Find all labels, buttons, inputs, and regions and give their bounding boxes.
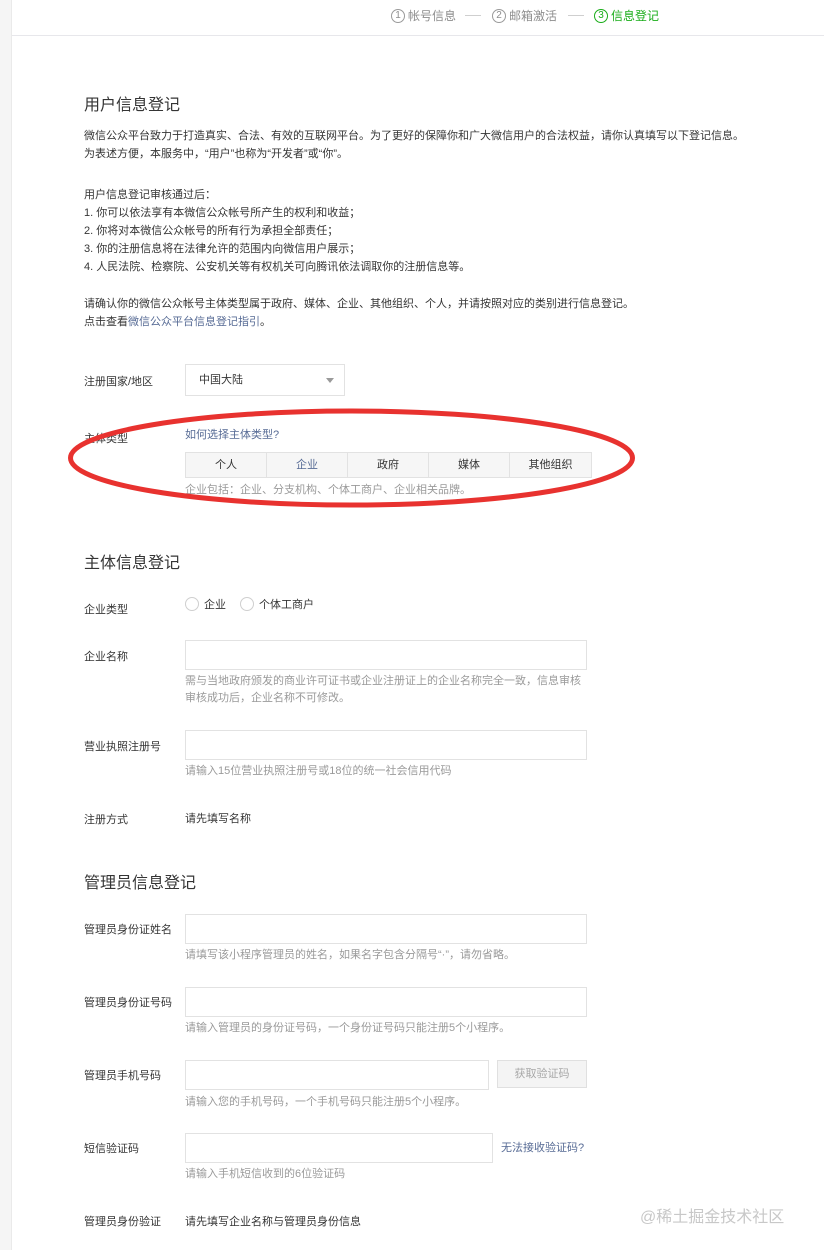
sms-code-input[interactable] <box>185 1133 493 1163</box>
admin-info-title: 管理员信息登记 <box>84 875 197 892</box>
subject-type-other[interactable]: 其他组织 <box>510 453 591 477</box>
sms-code-label: 短信验证码 <box>84 1143 139 1155</box>
hint-line: 审核成功后，企业名称不可修改。 <box>185 692 350 704</box>
step-indicator: 1 帐号信息 2 邮箱激活 3 信息登记 <box>12 0 824 36</box>
sms-code-hint: 请输入手机短信收到的6位验证码 <box>185 1168 346 1180</box>
get-code-button[interactable]: 获取验证码 <box>497 1060 587 1088</box>
admin-name-input[interactable] <box>185 914 587 944</box>
admin-phone-hint: 请输入您的手机号码，一个手机号码只能注册5个小程序。 <box>185 1096 467 1108</box>
step-account-info: 1 帐号信息 <box>391 7 456 24</box>
reg-method-value: 请先填写名称 <box>185 813 251 825</box>
company-name-label: 企业名称 <box>84 651 128 663</box>
subject-type-government[interactable]: 政府 <box>348 453 429 477</box>
region-label: 注册国家/地区 <box>84 376 154 388</box>
subject-info-title: 主体信息登记 <box>84 555 181 572</box>
admin-verify-value: 请先填写企业名称与管理员身份信息 <box>185 1216 361 1228</box>
chevron-down-icon <box>326 378 334 383</box>
left-scroll-strip <box>0 0 12 1250</box>
guide-suffix: 。 <box>260 316 271 328</box>
admin-id-input[interactable] <box>185 987 587 1017</box>
subject-type-media[interactable]: 媒体 <box>429 453 510 477</box>
subject-type-selector: 个人 企业 政府 媒体 其他组织 <box>185 452 592 478</box>
company-name-hint: 需与当地政府颁发的商业许可证书或企业注册证上的企业名称完全一致，信息审核 审核成… <box>185 673 581 707</box>
step-label: 帐号信息 <box>408 9 457 23</box>
admin-phone-input[interactable] <box>185 1060 489 1090</box>
sms-help-link[interactable]: 无法接收验证码? <box>501 1139 584 1157</box>
step-separator <box>465 15 481 16</box>
step-label: 邮箱激活 <box>509 9 558 23</box>
user-info-title: 用户信息登记 <box>84 97 181 114</box>
region-select[interactable]: 中国大陆 <box>185 364 345 396</box>
guide-line: 点击查看微信公众平台信息登记指引。 <box>84 313 634 331</box>
confirm-text: 请确认你的微信公众帐号主体类型属于政府、媒体、企业、其他组织、个人，并请按照对应… <box>84 295 634 331</box>
confirm-line: 请确认你的微信公众帐号主体类型属于政府、媒体、企业、其他组织、个人，并请按照对应… <box>84 298 634 310</box>
approval-item: 1. 你可以依法享有本微信公众帐号所产生的权利和收益； <box>84 207 361 219</box>
intro-line-1: 微信公众平台致力于打造真实、合法、有效的互联网平台。为了更好的保障你和广大微信用… <box>84 130 744 142</box>
subject-type-enterprise[interactable]: 企业 <box>267 453 348 477</box>
intro-text: 微信公众平台致力于打造真实、合法、有效的互联网平台。为了更好的保障你和广大微信用… <box>84 127 744 163</box>
subject-type-personal[interactable]: 个人 <box>186 453 267 477</box>
company-type-radio-group: 企业 个体工商户 <box>185 596 328 612</box>
admin-phone-label: 管理员手机号码 <box>84 1070 161 1082</box>
region-value: 中国大陆 <box>199 374 243 386</box>
radio-label: 个体工商户 <box>259 599 314 611</box>
hint-line: 需与当地政府颁发的商业许可证书或企业注册证上的企业名称完全一致，信息审核 <box>185 675 581 687</box>
company-type-enterprise-radio[interactable] <box>185 597 199 611</box>
approval-item: 4. 人民法院、检察院、公安机关等有权机关可向腾讯依法调取你的注册信息等。 <box>84 261 471 273</box>
step-label: 信息登记 <box>611 9 660 23</box>
license-label: 营业执照注册号 <box>84 741 161 753</box>
approval-list-title: 用户信息登记审核通过后： <box>84 189 216 201</box>
step-number: 3 <box>594 8 608 23</box>
approval-list: 用户信息登记审核通过后： 1. 你可以依法享有本微信公众帐号所产生的权利和收益；… <box>84 186 470 276</box>
step-number: 1 <box>391 8 405 23</box>
license-number-input[interactable] <box>185 730 587 760</box>
admin-id-hint: 请输入管理员的身份证号码，一个身份证号码只能注册5个小程序。 <box>185 1022 511 1034</box>
radio-label: 企业 <box>204 599 226 611</box>
register-guide-link[interactable]: 微信公众平台信息登记指引 <box>128 316 260 328</box>
subject-type-help-link[interactable]: 如何选择主体类型? <box>185 426 279 444</box>
company-name-input[interactable] <box>185 640 587 670</box>
guide-prefix: 点击查看 <box>84 316 128 328</box>
admin-name-label: 管理员身份证姓名 <box>84 924 172 936</box>
step-email-activate: 2 邮箱激活 <box>492 7 557 24</box>
subject-type-label: 主体类型 <box>84 433 128 445</box>
step-info-register: 3 信息登记 <box>594 7 659 24</box>
license-hint: 请输入15位营业执照注册号或18位的统一社会信用代码 <box>185 765 452 777</box>
step-separator <box>568 15 584 16</box>
subject-type-desc: 企业包括：企业、分支机构、个体工商户、企业相关品牌。 <box>185 484 471 496</box>
step-number: 2 <box>492 8 506 23</box>
intro-line-2: 为表述方便，本服务中，“用户”也称为“开发者”或“你”。 <box>84 148 348 160</box>
reg-method-label: 注册方式 <box>84 814 128 826</box>
approval-item: 3. 你的注册信息将在法律允许的范围内向微信用户展示； <box>84 243 361 255</box>
admin-verify-label: 管理员身份验证 <box>84 1216 161 1228</box>
admin-id-label: 管理员身份证号码 <box>84 997 172 1009</box>
watermark: @稀土掘金技术社区 <box>640 1209 785 1226</box>
approval-item: 2. 你将对本微信公众帐号的所有行为承担全部责任； <box>84 225 339 237</box>
company-type-label: 企业类型 <box>84 604 128 616</box>
company-type-individual-radio[interactable] <box>240 597 254 611</box>
admin-name-hint: 请填写该小程序管理员的姓名，如果名字包含分隔号“·”，请勿省略。 <box>185 949 515 961</box>
